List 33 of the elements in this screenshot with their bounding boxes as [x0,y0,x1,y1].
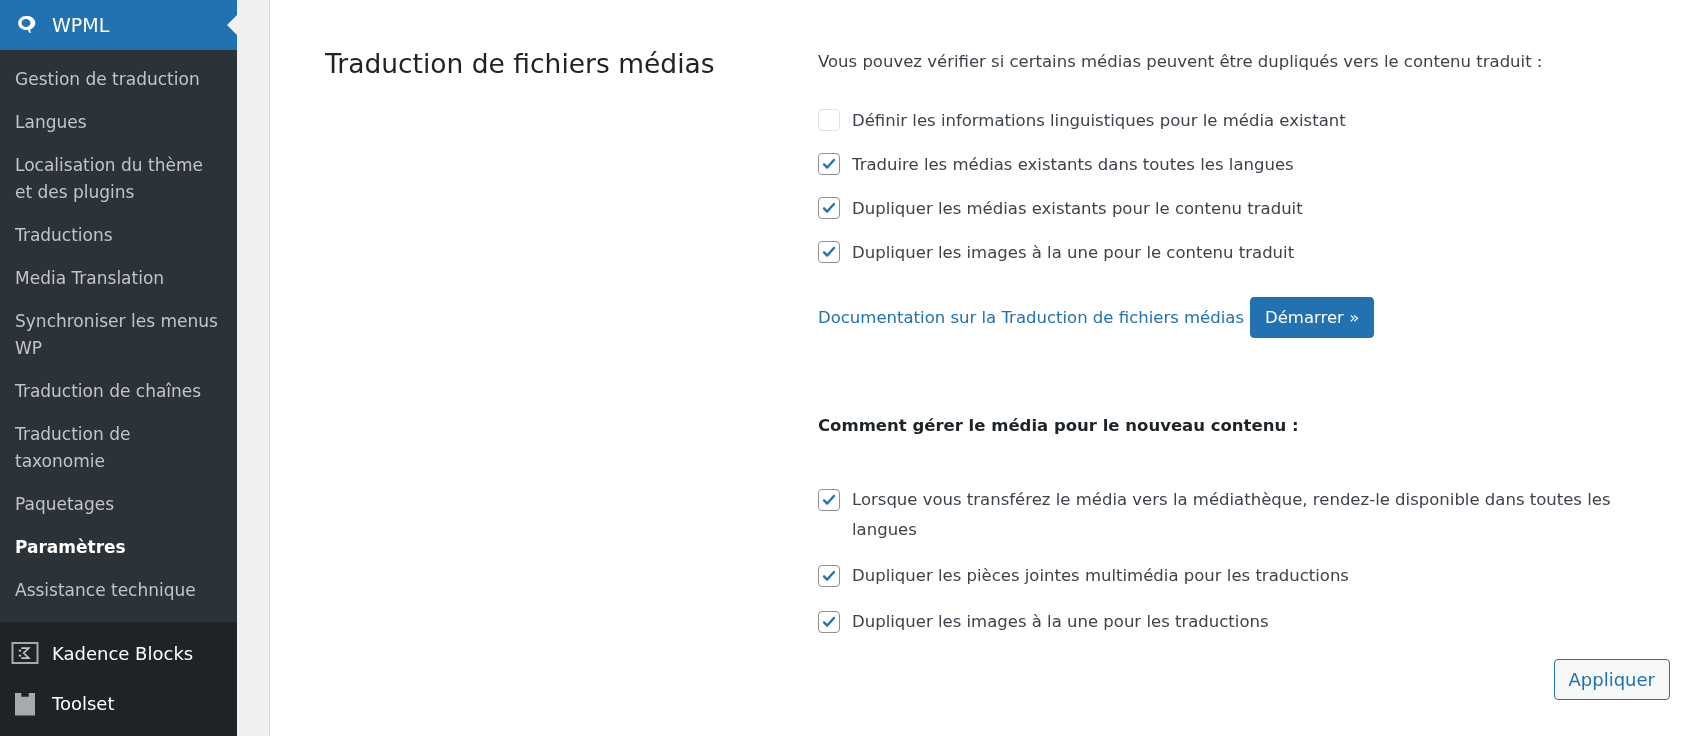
menu-item[interactable]: Toolset [0,678,237,728]
submenu-link[interactable]: Langues [0,101,237,144]
checkbox[interactable] [818,565,840,587]
checkbox[interactable] [818,197,840,219]
checkbox[interactable] [818,611,840,633]
apply-button[interactable]: Appliquer [1553,659,1670,700]
checkbox-label: Lorsque vous transférez le média vers la médiathèque, rendez-le disponible dans toutes les langues [852,489,1612,541]
menu-item[interactable]: Kadence Blocks [0,628,237,678]
submenu-link[interactable]: Paquetages [0,483,237,526]
submenu-link[interactable]: Gestion de traduction [0,58,237,101]
checkbox[interactable] [818,241,840,263]
start-button[interactable]: Démarrer » [1250,297,1375,338]
submenu-link[interactable]: Paramètres [0,526,237,569]
checkbox-label: Dupliquer les images à la une pour les traductions [852,611,1269,633]
wpml-menu-item[interactable]: WPML [0,0,237,50]
checkbox-label: Traduire les médias existants dans toutes les langues [852,154,1294,174]
submenu-link[interactable]: Media Translation [0,257,237,300]
documentation-link[interactable]: Documentation sur la Traduction de fichiers médias [818,308,1244,327]
checkbox-label: Dupliquer les images à la une pour le contenu traduit [852,242,1295,262]
submenu-link[interactable]: Synchroniser les menus WP [0,300,237,370]
submenu-link[interactable]: Traductions [0,214,237,257]
new-content-heading: Comment gérer le média pour le nouveau contenu : [818,416,1300,435]
submenu-link[interactable]: Assistance technique [0,569,237,612]
checkbox-label: Dupliquer les médias existants pour le contenu traduit [852,198,1303,218]
checkbox-label: Dupliquer les pièces jointes multimédia pour les traductions [852,565,1349,587]
submenu-link[interactable]: Traduction de chaînes [0,370,237,413]
checkbox-label: Définir les informations linguistiques pour le média existant [852,110,1346,130]
submenu-link[interactable]: Localisation du thème et des plugins [0,144,237,214]
section-title: Traduction de fichiers médias [325,47,716,81]
checkbox[interactable] [818,153,840,175]
intro-text: Vous pouvez vérifier si certains médias peuvent être dupliqués vers le contenu traduit : [818,52,1544,71]
submenu-link[interactable]: Traduction de taxonomie [0,413,237,483]
checkbox[interactable] [818,489,840,511]
